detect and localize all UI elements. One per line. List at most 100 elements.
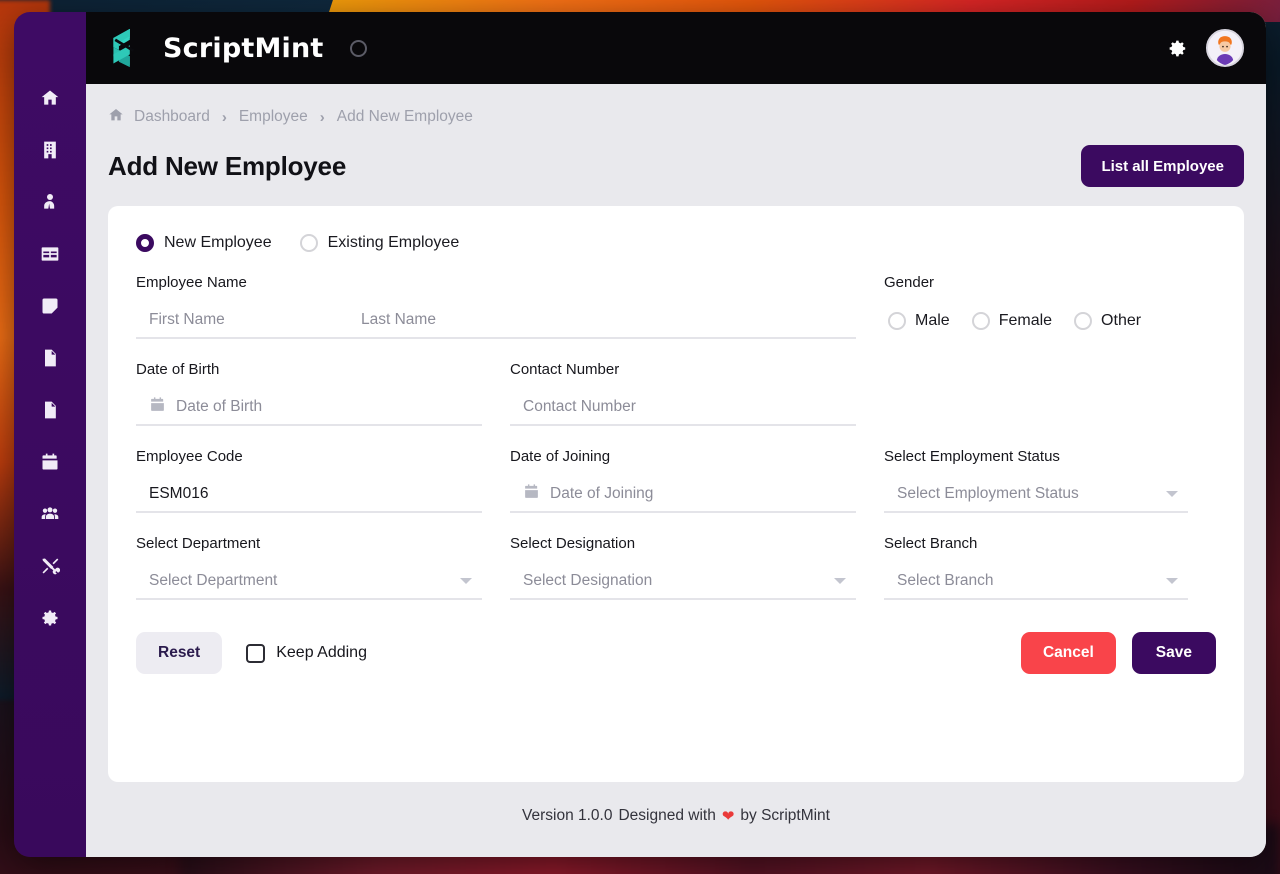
gear-icon[interactable] — [1167, 38, 1188, 59]
designation-select[interactable]: Select Designation — [510, 564, 856, 600]
topbar-right — [1167, 29, 1244, 67]
breadcrumb-separator: › — [319, 108, 325, 126]
app-window: ScriptMint Dashboard › Employee › Add Ne… — [14, 12, 1266, 857]
sticky-note-icon — [40, 296, 60, 321]
radio-indicator — [1074, 312, 1093, 330]
radio-label: Other — [1101, 312, 1142, 329]
radio-gender-other[interactable]: Other — [1074, 312, 1141, 330]
sidebar-item-attendance[interactable] — [24, 230, 76, 282]
contact-number-placeholder: Contact Number — [523, 398, 636, 415]
main-column: ScriptMint Dashboard › Employee › Add Ne… — [86, 12, 1266, 857]
sidebar-item-settings[interactable] — [24, 594, 76, 646]
chevron-down-icon — [1166, 491, 1178, 497]
calendar-icon — [149, 396, 166, 418]
date-of-birth-placeholder: Date of Birth — [176, 398, 263, 415]
sidebar-item-company[interactable] — [24, 126, 76, 178]
breadcrumb: Dashboard › Employee › Add New Employee — [108, 106, 1244, 128]
users-icon — [40, 504, 60, 529]
field-label: Select Department — [136, 535, 261, 552]
field-label: Employee Code — [136, 448, 243, 465]
home-icon[interactable] — [108, 107, 124, 128]
department-placeholder: Select Department — [149, 572, 278, 589]
list-all-employee-button[interactable]: List all Employee — [1081, 145, 1244, 187]
last-name-input[interactable]: Last Name — [348, 311, 560, 329]
field-employee-name: Employee Name First Name Last Name — [136, 274, 884, 361]
avatar[interactable] — [1206, 29, 1244, 67]
radio-gender-male[interactable]: Male — [888, 312, 950, 330]
radio-existing-employee[interactable]: Existing Employee — [299, 234, 460, 252]
sidebar-item-teams[interactable] — [24, 490, 76, 542]
employment-status-placeholder: Select Employment Status — [897, 485, 1079, 502]
building-icon — [40, 140, 60, 165]
radio-new-employee[interactable]: New Employee — [136, 234, 272, 252]
employee-code-value: ESM016 — [149, 485, 209, 502]
right-actions: Cancel Save — [1020, 632, 1216, 674]
radio-gender-female[interactable]: Female — [971, 312, 1053, 330]
designation-placeholder: Select Designation — [523, 572, 653, 589]
circle-icon[interactable] — [349, 39, 367, 57]
branch-placeholder: Select Branch — [897, 572, 994, 589]
sidebar-item-calendar[interactable] — [24, 438, 76, 490]
footer-designed-with: Designed with — [618, 806, 716, 824]
home-icon — [40, 88, 60, 113]
sidebar-item-notes[interactable] — [24, 282, 76, 334]
chevron-down-icon — [1166, 578, 1178, 584]
field-label: Date of Birth — [136, 361, 220, 378]
sidebar-item-tools[interactable] — [24, 542, 76, 594]
sidebar-item-employee[interactable] — [24, 178, 76, 230]
keep-adding-checkbox[interactable] — [246, 643, 266, 663]
employee-code-input[interactable]: ESM016 — [136, 477, 482, 513]
last-name-placeholder: Last Name — [361, 311, 436, 328]
topbar: ScriptMint — [86, 12, 1266, 84]
cancel-button[interactable]: Cancel — [1020, 632, 1116, 674]
sidebar-item-reports[interactable] — [24, 334, 76, 386]
keep-adding-toggle[interactable]: Keep Adding — [246, 643, 367, 663]
form-actions: Reset Keep Adding Cancel Save — [136, 632, 1216, 674]
gender-radio-group: Male Female Other — [884, 303, 1188, 339]
breadcrumb-item-dashboard[interactable]: Dashboard — [134, 108, 210, 126]
form-grid: Employee Name First Name Last Name Gende… — [136, 274, 1216, 622]
scriptmint-logo-icon — [106, 27, 150, 69]
field-employee-code: Employee Code ESM016 — [136, 448, 510, 535]
field-label: Select Branch — [884, 535, 978, 552]
heart-icon: ❤ — [721, 807, 735, 825]
date-of-joining-input[interactable]: Date of Joining — [510, 477, 856, 513]
reset-button[interactable]: Reset — [136, 632, 223, 674]
radio-label: Male — [915, 312, 950, 329]
first-name-placeholder: First Name — [149, 311, 225, 328]
calendar-icon — [523, 483, 540, 505]
breadcrumb-item-employee[interactable]: Employee — [239, 108, 308, 126]
employee-name-inputs: First Name Last Name — [136, 303, 856, 339]
sidebar — [14, 12, 86, 857]
branch-select[interactable]: Select Branch — [884, 564, 1188, 600]
field-label: Select Designation — [510, 535, 636, 552]
chevron-down-icon — [834, 578, 846, 584]
radio-label: Existing Employee — [327, 234, 460, 251]
field-spacer — [884, 361, 1216, 448]
radio-indicator — [299, 234, 318, 252]
field-branch: Select Branch Select Branch — [884, 535, 1216, 622]
field-label: Select Employment Status — [884, 448, 1060, 465]
field-employment-status: Select Employment Status Select Employme… — [884, 448, 1216, 535]
keep-adding-label: Keep Adding — [276, 644, 367, 661]
title-row: Add New Employee List all Employee — [108, 144, 1244, 188]
brand[interactable]: ScriptMint — [106, 27, 324, 69]
employment-status-select[interactable]: Select Employment Status — [884, 477, 1188, 513]
sidebar-item-invoices[interactable] — [24, 386, 76, 438]
add-employee-form-card: New Employee Existing Employee Employee … — [108, 206, 1244, 782]
footer-by: by ScriptMint — [740, 806, 830, 824]
contact-number-input[interactable]: Contact Number — [510, 390, 856, 426]
breadcrumb-item-current: Add New Employee — [336, 108, 473, 125]
first-name-input[interactable]: First Name — [136, 311, 348, 329]
field-label: Employee Name — [136, 274, 247, 291]
brand-name: ScriptMint — [163, 32, 324, 64]
field-label: Gender — [884, 274, 935, 291]
date-of-birth-input[interactable]: Date of Birth — [136, 390, 482, 426]
page-title: Add New Employee — [108, 150, 347, 181]
department-select[interactable]: Select Department — [136, 564, 482, 600]
page-content: Dashboard › Employee › Add New Employee … — [86, 84, 1266, 857]
sidebar-item-dashboard[interactable] — [24, 74, 76, 126]
radio-label: Female — [998, 312, 1053, 329]
save-button[interactable]: Save — [1131, 632, 1216, 674]
file-invoice-icon — [40, 400, 60, 425]
